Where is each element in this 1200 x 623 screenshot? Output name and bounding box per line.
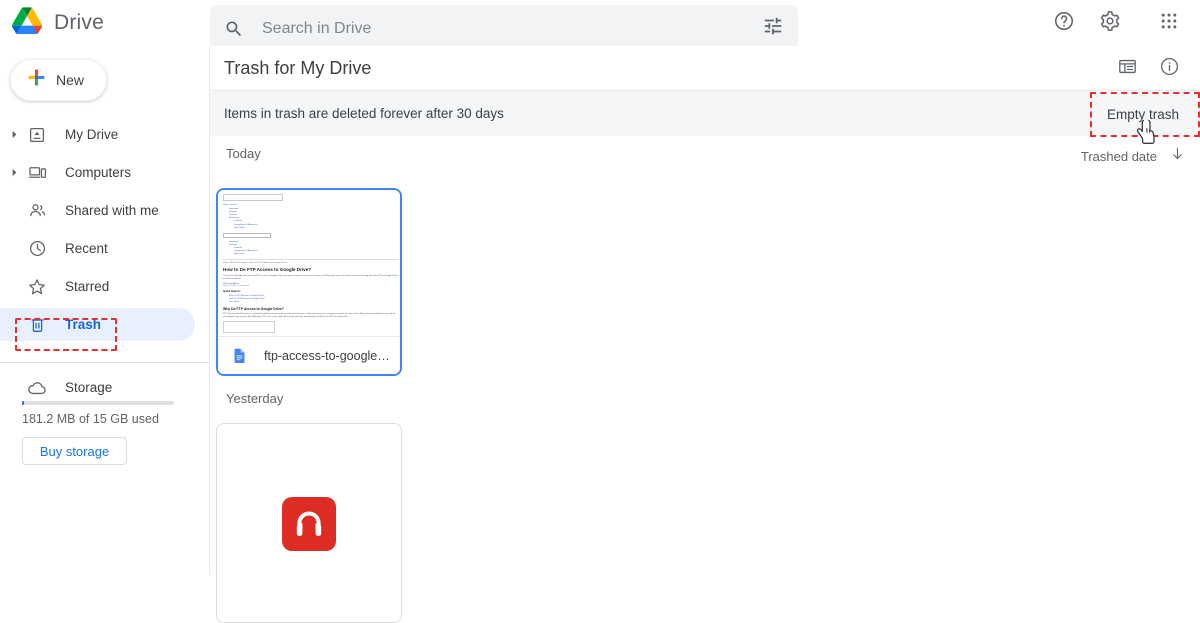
list-view-icon: [1117, 56, 1138, 82]
arrow-down-icon: [1169, 145, 1186, 167]
preview-nav-list-2: Download Features Tutorials Comparison &…: [229, 241, 399, 257]
storage-usage-text: 181.2 MB of 15 GB used: [22, 412, 159, 426]
chevron-right-icon[interactable]: [3, 130, 25, 139]
file-card-footer: ftp-access-to-google-driv…: [218, 336, 400, 374]
search-bar[interactable]: [210, 5, 798, 52]
list-view-button[interactable]: [1108, 50, 1146, 88]
preview-title: How to Do FTP Access to Google Drive?: [223, 266, 312, 272]
document-preview: Skip to content Download Features Review…: [218, 190, 400, 336]
sort-bar: Today Trashed date: [210, 136, 1200, 172]
settings-button[interactable]: [1090, 3, 1130, 43]
computers-icon: [25, 163, 49, 182]
sidebar-item-storage[interactable]: Storage: [0, 371, 112, 404]
preview-nav-list: Download Features Reviews Resources Tuto…: [229, 208, 399, 230]
trash-info-banner: Items in trash are deleted forever after…: [210, 91, 1200, 137]
list-item: Help Center: [234, 253, 399, 256]
sort-label: Trashed date: [1080, 148, 1157, 164]
sidebar-nav: My Drive Computers Shared with me Recent…: [0, 118, 210, 346]
trash-icon: [25, 315, 49, 334]
google-docs-icon: [231, 347, 248, 364]
list-item: Help Center: [234, 227, 399, 230]
file-card[interactable]: Skip to content Download Features Review…: [216, 188, 402, 376]
search-icon: [224, 19, 244, 39]
star-icon: [25, 277, 49, 297]
preview-section-heading: Why Do FTP Access to Google Drive?: [223, 307, 284, 312]
preview-top-link: Skip to content: [223, 204, 237, 206]
chevron-right-icon[interactable]: [3, 168, 25, 177]
main-content: Trash for My Drive Items in trash are de…: [210, 46, 1200, 623]
group-label-today: Today: [226, 146, 261, 161]
brand-name: Drive: [54, 11, 105, 34]
help-button[interactable]: [1044, 3, 1084, 43]
sidebar-item-computers[interactable]: Computers: [0, 156, 210, 189]
page-title: Trash for My Drive: [224, 57, 372, 78]
buy-storage-button[interactable]: Buy storage: [22, 437, 127, 465]
sidebar-item-starred[interactable]: Starred: [0, 270, 210, 303]
sidebar-item-label: Computers: [65, 165, 132, 180]
list-item: Conclusion: [229, 301, 399, 304]
main-header: Trash for My Drive: [210, 46, 1200, 91]
preview-date: June 10, 2021 | 5 mins read: [223, 285, 249, 288]
search-filter-button[interactable]: [750, 6, 796, 52]
group-label-yesterday: Yesterday: [226, 391, 284, 406]
top-bar: Drive: [0, 0, 1200, 52]
tune-filter-icon: [762, 15, 784, 42]
new-button[interactable]: New: [10, 59, 107, 101]
new-button-label: New: [56, 72, 85, 88]
sidebar-item-label: Starred: [65, 279, 110, 294]
details-button[interactable]: [1150, 50, 1188, 88]
preview-quick-search-heading: Quick Search:: [223, 290, 241, 294]
storage-progress-bar: [22, 401, 174, 405]
plus-icon: [26, 67, 47, 93]
storage-label: Storage: [65, 380, 113, 395]
file-name: ftp-access-to-google-driv…: [264, 348, 392, 363]
info-circle-icon: [1159, 56, 1180, 82]
preview-breadcrumb: Home › MultCloud Support › How to Do FTP…: [223, 261, 287, 264]
sidebar-item-recent[interactable]: Recent: [0, 232, 210, 265]
banner-text: Items in trash are deleted forever after…: [224, 106, 504, 121]
sidebar-item-label: Trash: [65, 317, 102, 332]
sidebar-item-trash[interactable]: Trash: [0, 308, 210, 341]
file-thumbnail: Skip to content Download Features Review…: [218, 190, 400, 336]
preview-quick-links: Why Do FTP Access to Google Drive? How D…: [229, 295, 399, 304]
google-drive-logo-icon: [12, 7, 43, 39]
gear-icon: [1099, 10, 1121, 37]
empty-trash-button[interactable]: Empty trash: [1093, 97, 1193, 131]
preview-intro: This article will guide you how to do FT…: [223, 274, 399, 280]
sidebar-item-shared-with-me[interactable]: Shared with me: [0, 194, 210, 227]
apps-grid-icon: [1159, 11, 1179, 36]
sidebar-item-label: Shared with me: [65, 203, 159, 218]
sidebar-item-my-drive[interactable]: My Drive: [0, 118, 210, 151]
headphones-icon: [282, 497, 336, 551]
sidebar-divider: [0, 362, 210, 363]
file-card[interactable]: [216, 423, 402, 623]
shared-people-icon: [25, 201, 49, 220]
sort-button[interactable]: Trashed date: [1073, 141, 1194, 171]
topbar-actions: [1041, 0, 1192, 46]
brand[interactable]: Drive: [0, 0, 210, 46]
apps-button[interactable]: [1149, 3, 1189, 43]
cloud-icon: [25, 378, 49, 398]
header-actions: [1106, 46, 1190, 91]
file-thumbnail: [217, 424, 401, 622]
sidebar: New My Drive Computers Shared with me Re…: [0, 46, 210, 575]
preview-section-body: FTP (File Transfer Protocol) is a standa…: [223, 313, 396, 318]
sidebar-item-label: Recent: [65, 241, 108, 256]
clock-icon: [25, 239, 49, 258]
my-drive-icon: [25, 126, 49, 144]
search-input[interactable]: [260, 5, 750, 52]
storage-progress-fill: [22, 401, 24, 405]
help-circle-icon: [1053, 10, 1075, 37]
sidebar-item-label: My Drive: [65, 127, 119, 142]
